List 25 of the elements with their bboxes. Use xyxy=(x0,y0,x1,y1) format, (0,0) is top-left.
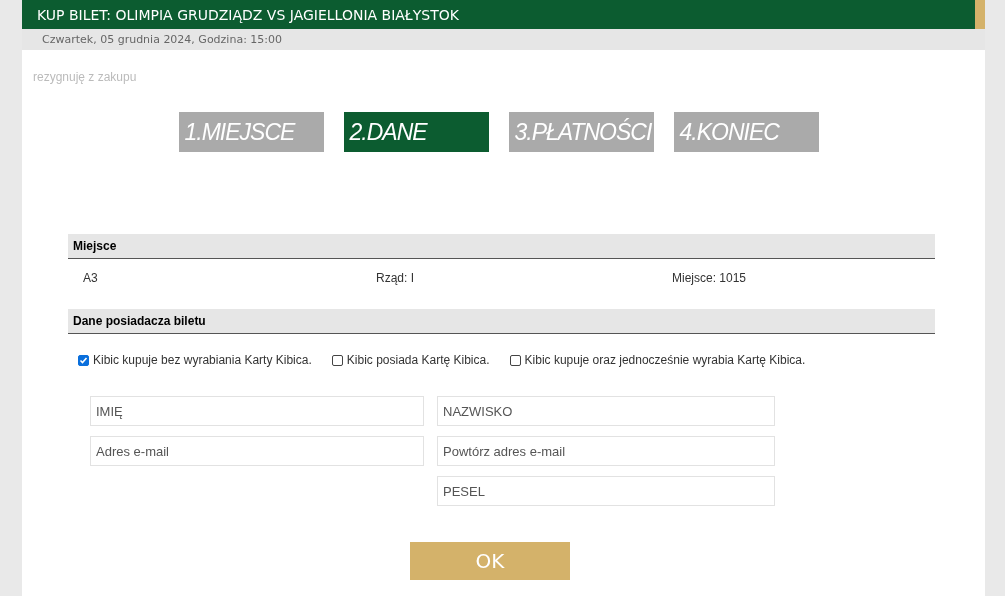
step-tab[interactable]: 2.DANE xyxy=(343,112,489,152)
checkbox[interactable] xyxy=(509,354,521,366)
ok-button[interactable]: OK xyxy=(410,542,570,580)
step-tab[interactable]: 1.MIEJSCE xyxy=(178,112,324,152)
text-field[interactable]: NAZWISKO xyxy=(437,396,775,426)
checkbox-label[interactable]: Kibic posiada Kartę Kibica. xyxy=(346,353,490,367)
seat-value: Rząd: I xyxy=(376,271,415,287)
text-field[interactable]: Adres e-mail xyxy=(90,436,424,466)
accent-bar xyxy=(975,0,985,29)
seat-value: A3 xyxy=(83,271,99,287)
checkbox-label[interactable]: Kibic kupuje oraz jednocześnie wyrabia Kartę Kibica. xyxy=(524,353,806,367)
step-tab[interactable]: 4.KONIEC xyxy=(673,112,819,152)
section-header: Miejsce xyxy=(68,234,935,259)
checkbox[interactable] xyxy=(331,354,343,366)
checkbox-label[interactable]: Kibic kupuje bez wyrabiania Karty Kibica. xyxy=(93,353,312,367)
step-tab[interactable]: 3.PŁATNOŚCI xyxy=(508,112,654,152)
text-field[interactable]: Powtórz adres e-mail xyxy=(437,436,775,466)
event-date: Czwartek, 05 grudnia 2024, Godzina: 15:00 xyxy=(22,29,985,50)
text-field[interactable]: IMIĘ xyxy=(90,396,424,426)
checkbox[interactable] xyxy=(78,354,89,366)
text-field[interactable]: PESEL xyxy=(437,476,775,506)
cancel-link[interactable]: rezygnuję z zakupu xyxy=(33,70,137,84)
page-title: KUP BILET: OLIMPIA GRUDZIĄDZ VS JAGIELLONIA BIAŁYSTOK xyxy=(22,0,975,29)
section-header: Dane posiadacza biletu xyxy=(68,309,935,334)
seat-value: Miejsce: 1015 xyxy=(672,271,748,287)
